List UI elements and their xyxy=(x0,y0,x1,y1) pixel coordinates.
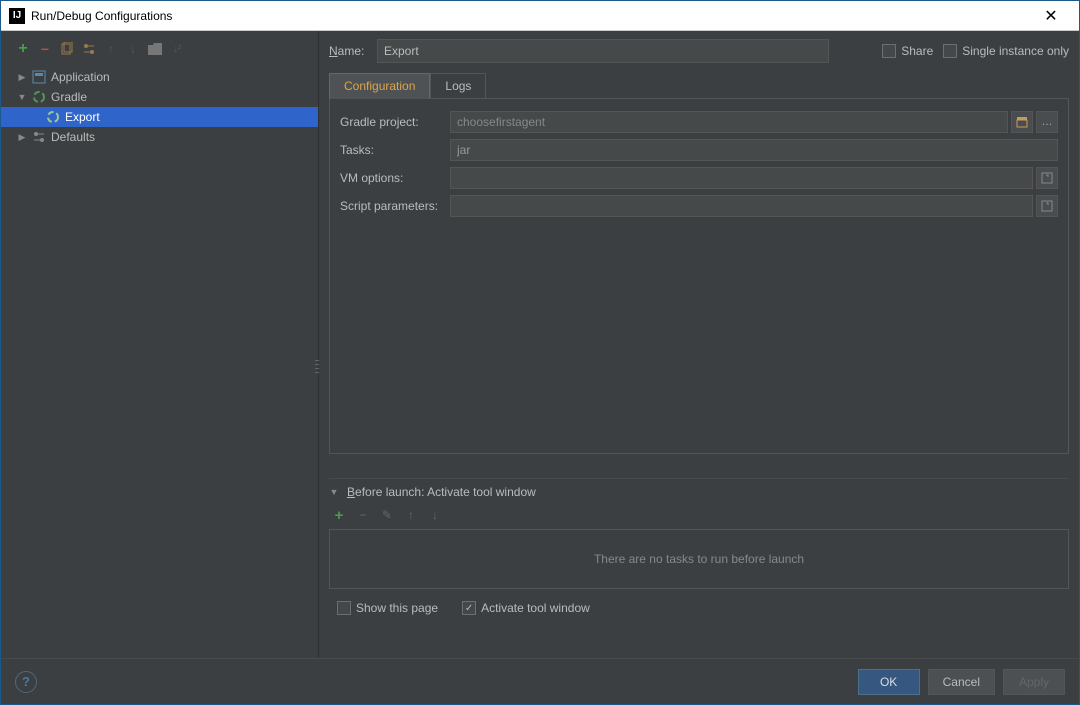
chevron-down-icon[interactable]: ▼ xyxy=(329,487,339,497)
empty-message: There are no tasks to run before launch xyxy=(594,552,804,566)
sort-icon[interactable]: ↓² xyxy=(167,39,187,59)
dialog-footer: ? OK Cancel Apply xyxy=(1,658,1079,704)
checkbox-checked-icon: ✓ xyxy=(462,601,476,615)
settings-icon[interactable] xyxy=(79,39,99,59)
checkbox-icon xyxy=(943,44,957,58)
tree-toolbar: + − ↑ ↓ ↓² xyxy=(1,37,318,65)
show-this-page-label: Show this page xyxy=(356,601,438,615)
vm-options-field[interactable] xyxy=(450,167,1033,189)
before-launch-toolbar: + − ✎ ↑ ↓ xyxy=(329,505,1069,525)
chevron-right-icon: ▶ xyxy=(17,132,27,142)
tree-label: Application xyxy=(51,70,110,84)
close-icon[interactable]: ✕ xyxy=(1031,6,1071,26)
configuration-panel: Gradle project: … Tasks: VM options: Scr… xyxy=(329,98,1069,454)
config-tree: ▶ Application ▼ Gradle Export ▶ xyxy=(1,65,318,658)
move-up-icon[interactable]: ↑ xyxy=(401,505,421,525)
help-icon[interactable]: ? xyxy=(15,671,37,693)
show-this-page-checkbox[interactable]: Show this page xyxy=(337,601,438,615)
name-input[interactable] xyxy=(377,39,829,63)
tree-item-defaults[interactable]: ▶ Defaults xyxy=(1,127,318,147)
before-launch-header: Before launch: Activate tool window xyxy=(347,485,536,499)
apply-button[interactable]: Apply xyxy=(1003,669,1065,695)
share-label: Share xyxy=(901,44,933,58)
checkbox-icon xyxy=(337,601,351,615)
copy-icon[interactable] xyxy=(57,39,77,59)
application-icon xyxy=(31,69,47,85)
left-panel: + − ↑ ↓ ↓² ▶ Application xyxy=(1,31,319,658)
before-launch-list: There are no tasks to run before launch xyxy=(329,529,1069,589)
move-up-icon[interactable]: ↑ xyxy=(101,39,121,59)
app-icon: IJ xyxy=(9,8,25,24)
ok-button[interactable]: OK xyxy=(858,669,920,695)
tree-label: Defaults xyxy=(51,130,95,144)
activate-tool-window-label: Activate tool window xyxy=(481,601,590,615)
expand-icon[interactable] xyxy=(1036,167,1058,189)
tabs: Configuration Logs xyxy=(329,73,1069,99)
defaults-icon xyxy=(31,129,47,145)
gradle-project-field[interactable] xyxy=(450,111,1008,133)
folder-icon[interactable] xyxy=(145,39,165,59)
share-checkbox[interactable]: Share xyxy=(882,44,933,58)
split-handle[interactable] xyxy=(315,351,321,381)
add-icon[interactable]: + xyxy=(329,505,349,525)
browse-icon[interactable]: … xyxy=(1036,111,1058,133)
chevron-right-icon: ▶ xyxy=(17,72,27,82)
right-panel: Name: Share Single instance only Configu… xyxy=(319,31,1079,658)
script-params-label: Script parameters: xyxy=(340,199,450,213)
remove-icon[interactable]: − xyxy=(353,505,373,525)
single-instance-label: Single instance only xyxy=(962,44,1069,58)
name-label: Name: xyxy=(329,44,369,58)
tasks-label: Tasks: xyxy=(340,143,450,157)
add-icon[interactable]: + xyxy=(13,39,33,59)
registered-project-icon[interactable] xyxy=(1011,111,1033,133)
checkbox-icon xyxy=(882,44,896,58)
tree-item-export[interactable]: Export xyxy=(1,107,318,127)
vm-options-label: VM options: xyxy=(340,171,450,185)
tasks-field[interactable] xyxy=(450,139,1058,161)
tree-item-application[interactable]: ▶ Application xyxy=(1,67,318,87)
move-down-icon[interactable]: ↓ xyxy=(425,505,445,525)
before-launch-section: ▼ Before launch: Activate tool window + … xyxy=(329,478,1069,615)
activate-tool-window-checkbox[interactable]: ✓ Activate tool window xyxy=(462,601,590,615)
titlebar[interactable]: IJ Run/Debug Configurations ✕ xyxy=(1,1,1079,31)
expand-icon[interactable] xyxy=(1036,195,1058,217)
gradle-icon xyxy=(31,89,47,105)
tab-logs[interactable]: Logs xyxy=(430,73,486,99)
tab-configuration[interactable]: Configuration xyxy=(329,73,430,99)
tree-label: Export xyxy=(65,110,100,124)
gradle-project-label: Gradle project: xyxy=(340,115,450,129)
script-params-field[interactable] xyxy=(450,195,1033,217)
move-down-icon[interactable]: ↓ xyxy=(123,39,143,59)
tree-item-gradle[interactable]: ▼ Gradle xyxy=(1,87,318,107)
cancel-button[interactable]: Cancel xyxy=(928,669,995,695)
chevron-down-icon: ▼ xyxy=(17,92,27,102)
window-title: Run/Debug Configurations xyxy=(31,9,1031,23)
gradle-run-icon xyxy=(45,109,61,125)
remove-icon[interactable]: − xyxy=(35,39,55,59)
single-instance-checkbox[interactable]: Single instance only xyxy=(943,44,1069,58)
tree-label: Gradle xyxy=(51,90,87,104)
edit-icon[interactable]: ✎ xyxy=(377,505,397,525)
